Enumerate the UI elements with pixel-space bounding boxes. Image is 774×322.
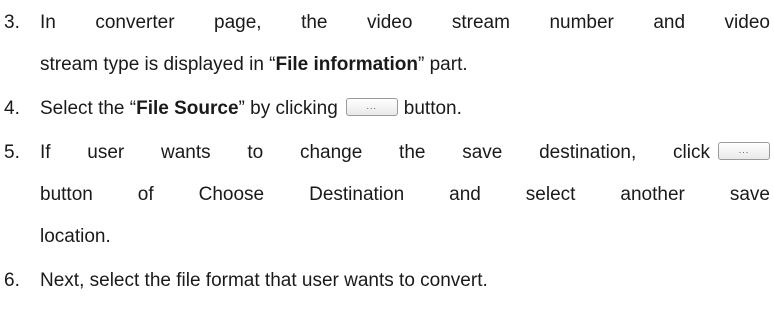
item-5-line-3: location.: [40, 226, 111, 248]
item-number: 4.: [4, 98, 20, 119]
word: user: [87, 142, 125, 163]
bold-term: File information: [275, 54, 419, 75]
bold-term: File Source: [136, 98, 239, 119]
item-5-line-1: If user wants to change the save destina…: [40, 142, 770, 164]
word: to: [247, 142, 264, 163]
text-segment: Next, select the file format that user w…: [40, 270, 488, 291]
word: and: [653, 12, 686, 33]
word: wants: [161, 142, 211, 163]
browse-button-image: ...: [345, 97, 398, 116]
word: select: [525, 184, 576, 205]
word: the: [399, 142, 426, 163]
word: converter: [95, 12, 175, 33]
word: stream: [451, 12, 510, 33]
word: change: [299, 142, 363, 163]
word: video: [366, 12, 413, 33]
word: In: [40, 12, 56, 33]
word: save: [462, 142, 503, 163]
text-segment: ” by clicking: [238, 98, 338, 119]
item-4-line-1: Select the “File Source” by clicking... b…: [40, 97, 462, 120]
word: Choose: [198, 184, 265, 205]
word: of: [137, 184, 154, 205]
item-5-line-2: button of Choose Destination and select …: [40, 184, 770, 206]
item-number: 3.: [4, 12, 20, 33]
word: button: [40, 184, 93, 205]
word: Destination: [309, 184, 405, 205]
word: the: [301, 12, 328, 33]
word: click: [673, 142, 710, 163]
word: number: [549, 12, 614, 33]
item-3-line-2: stream type is displayed in “File inform…: [40, 54, 468, 76]
text-segment: stream type is displayed in “: [40, 54, 276, 75]
item-number: 5.: [4, 142, 20, 163]
item-3-line-1: In converter page, the video stream numb…: [40, 12, 770, 34]
word: video: [724, 12, 770, 33]
text-segment: location.: [40, 226, 111, 247]
item-6-line-1: Next, select the file format that user w…: [40, 270, 488, 292]
text-segment: ” part.: [418, 54, 468, 75]
word: If: [40, 142, 51, 163]
item-number: 6.: [4, 270, 20, 291]
text-segment: button.: [403, 98, 462, 119]
browse-button-image: ...: [718, 142, 770, 160]
word: destination,: [539, 142, 637, 163]
word: save: [729, 184, 770, 205]
word: and: [449, 184, 481, 205]
text-segment: Select the “: [40, 98, 137, 119]
word: page,: [214, 12, 262, 33]
word: another: [620, 184, 685, 205]
document-page: 3. In converter page, the video stream n…: [0, 0, 774, 322]
